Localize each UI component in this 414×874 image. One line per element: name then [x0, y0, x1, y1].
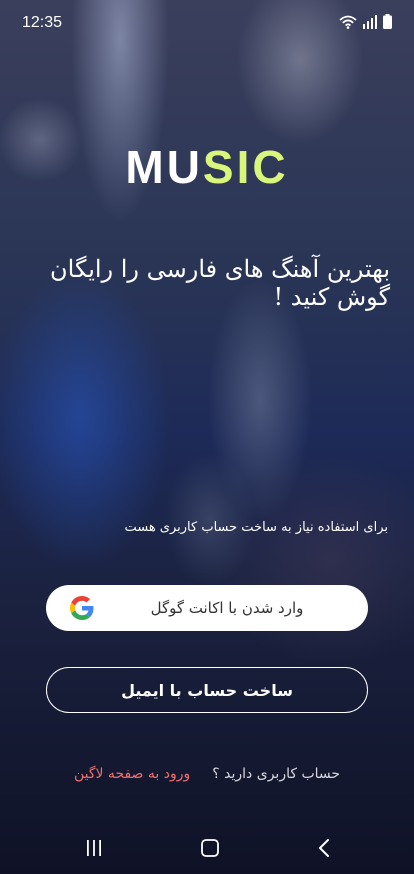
- google-signin-button[interactable]: وارد شدن با اکانت گوگل: [46, 585, 368, 631]
- battery-icon: [383, 14, 392, 29]
- status-time: 12:35: [22, 14, 63, 31]
- google-icon: [70, 596, 94, 620]
- account-required-note: برای استفاده نیاز به ساخت حساب کاربری هس…: [124, 520, 388, 535]
- back-button[interactable]: [304, 828, 344, 868]
- recent-apps-button[interactable]: [74, 828, 114, 868]
- system-nav-bar: [0, 814, 414, 874]
- app-logo: MUSIC: [0, 140, 414, 194]
- google-signin-label: وارد شدن با اکانت گوگل: [150, 599, 304, 617]
- home-icon: [201, 839, 219, 857]
- create-account-email-button[interactable]: ساخت حساب با ایمیل: [46, 667, 368, 713]
- have-account-question: حساب کاربری دارید ؟: [212, 766, 341, 782]
- back-icon: [319, 839, 329, 857]
- logo-text-part2: SIC: [202, 141, 289, 193]
- signal-icon: [363, 14, 377, 29]
- status-bar: 12:35: [0, 0, 414, 48]
- go-to-login-link[interactable]: ورود به صفحه لاگین: [74, 766, 190, 782]
- logo-text-part1: MU: [125, 141, 203, 193]
- create-account-email-label: ساخت حساب با ایمیل: [121, 680, 293, 700]
- home-button[interactable]: [190, 828, 230, 868]
- login-screen: 12:35 MUSIC بهترین آهنگ های فارسی را رای…: [0, 0, 414, 874]
- recent-apps-icon: [87, 840, 101, 856]
- status-icons: [339, 14, 392, 29]
- wifi-icon: [339, 15, 357, 29]
- login-prompt: حساب کاربری دارید ؟ ورود به صفحه لاگین: [0, 766, 414, 782]
- tagline: بهترین آهنگ های فارسی را رایگان گوش کنید…: [50, 255, 390, 311]
